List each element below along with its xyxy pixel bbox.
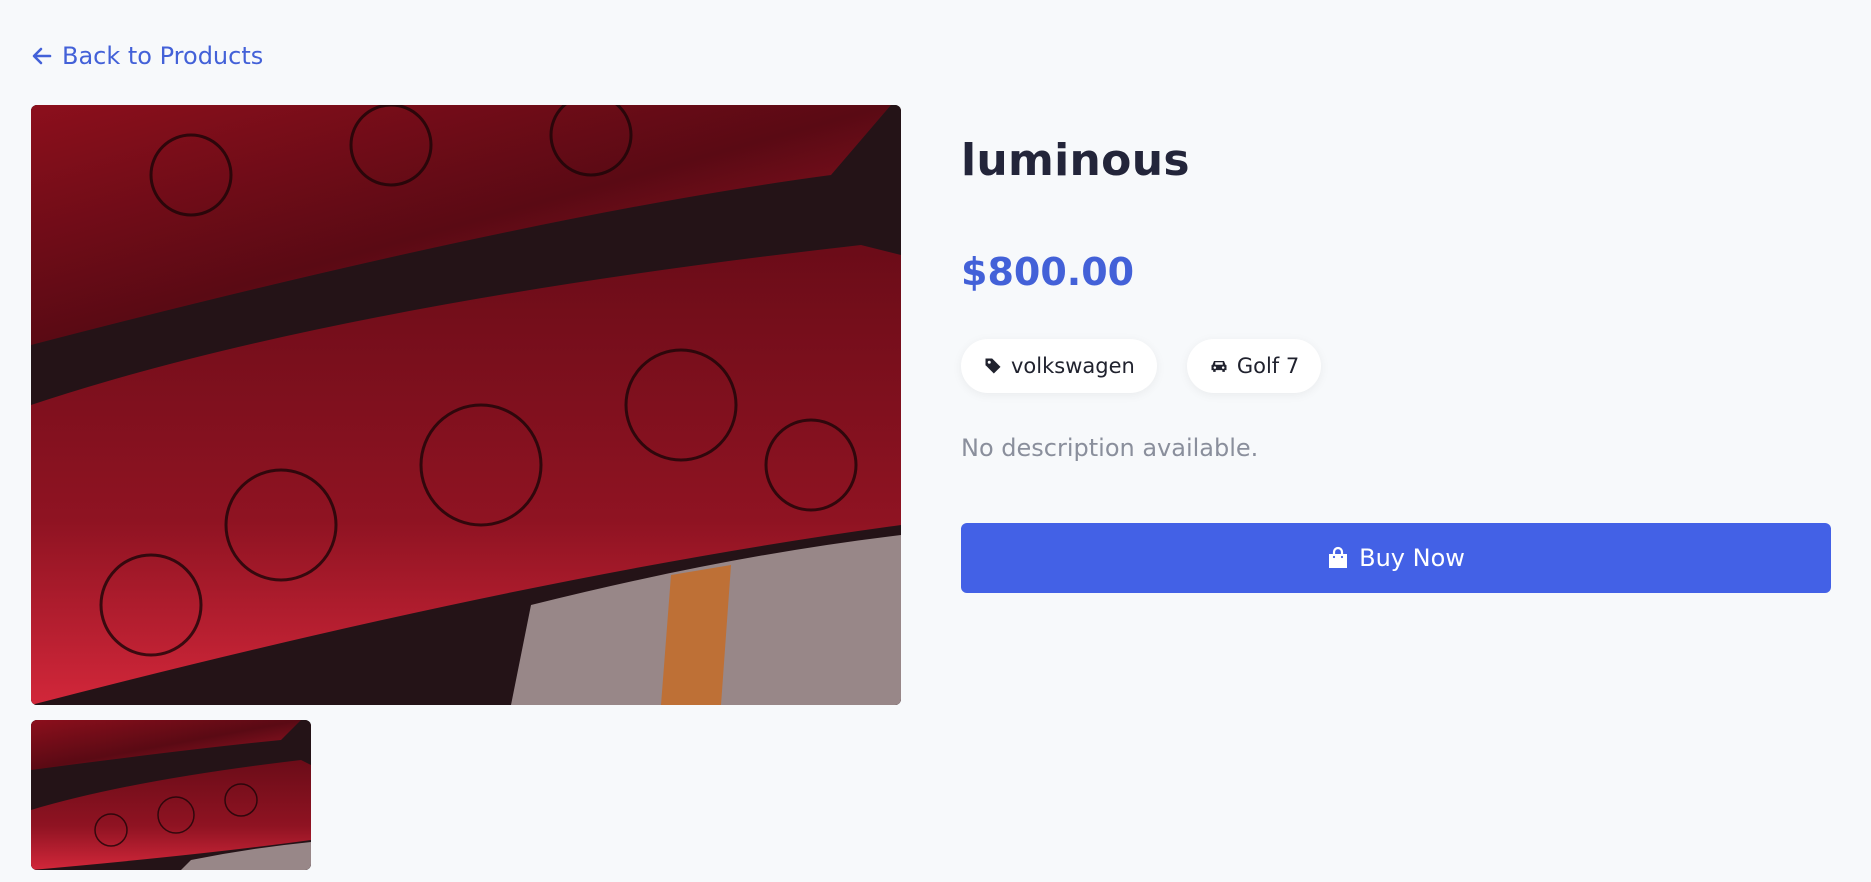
back-link-label: Back to Products [62, 42, 264, 70]
model-badge: Golf 7 [1186, 339, 1322, 393]
arrow-left-icon [32, 47, 52, 65]
back-to-products-link[interactable]: Back to Products [30, 42, 263, 70]
product-title: luminous [961, 135, 1190, 186]
model-label: Golf 7 [1236, 354, 1300, 378]
brand-label: volkswagen [1011, 354, 1135, 378]
product-description: No description available. [961, 434, 1259, 462]
product-price: $800.00 [961, 250, 1135, 294]
buy-now-button[interactable]: Buy Now [961, 523, 1831, 593]
product-tags: volkswagen Golf 7 [961, 339, 1322, 393]
tag-icon [985, 358, 1001, 374]
brand-badge: volkswagen [961, 339, 1157, 393]
product-main-image [31, 105, 901, 705]
buy-now-label: Buy Now [1359, 544, 1465, 572]
product-thumbnail[interactable] [31, 720, 311, 870]
shopping-bag-icon [1329, 546, 1348, 568]
car-icon [1211, 361, 1227, 372]
